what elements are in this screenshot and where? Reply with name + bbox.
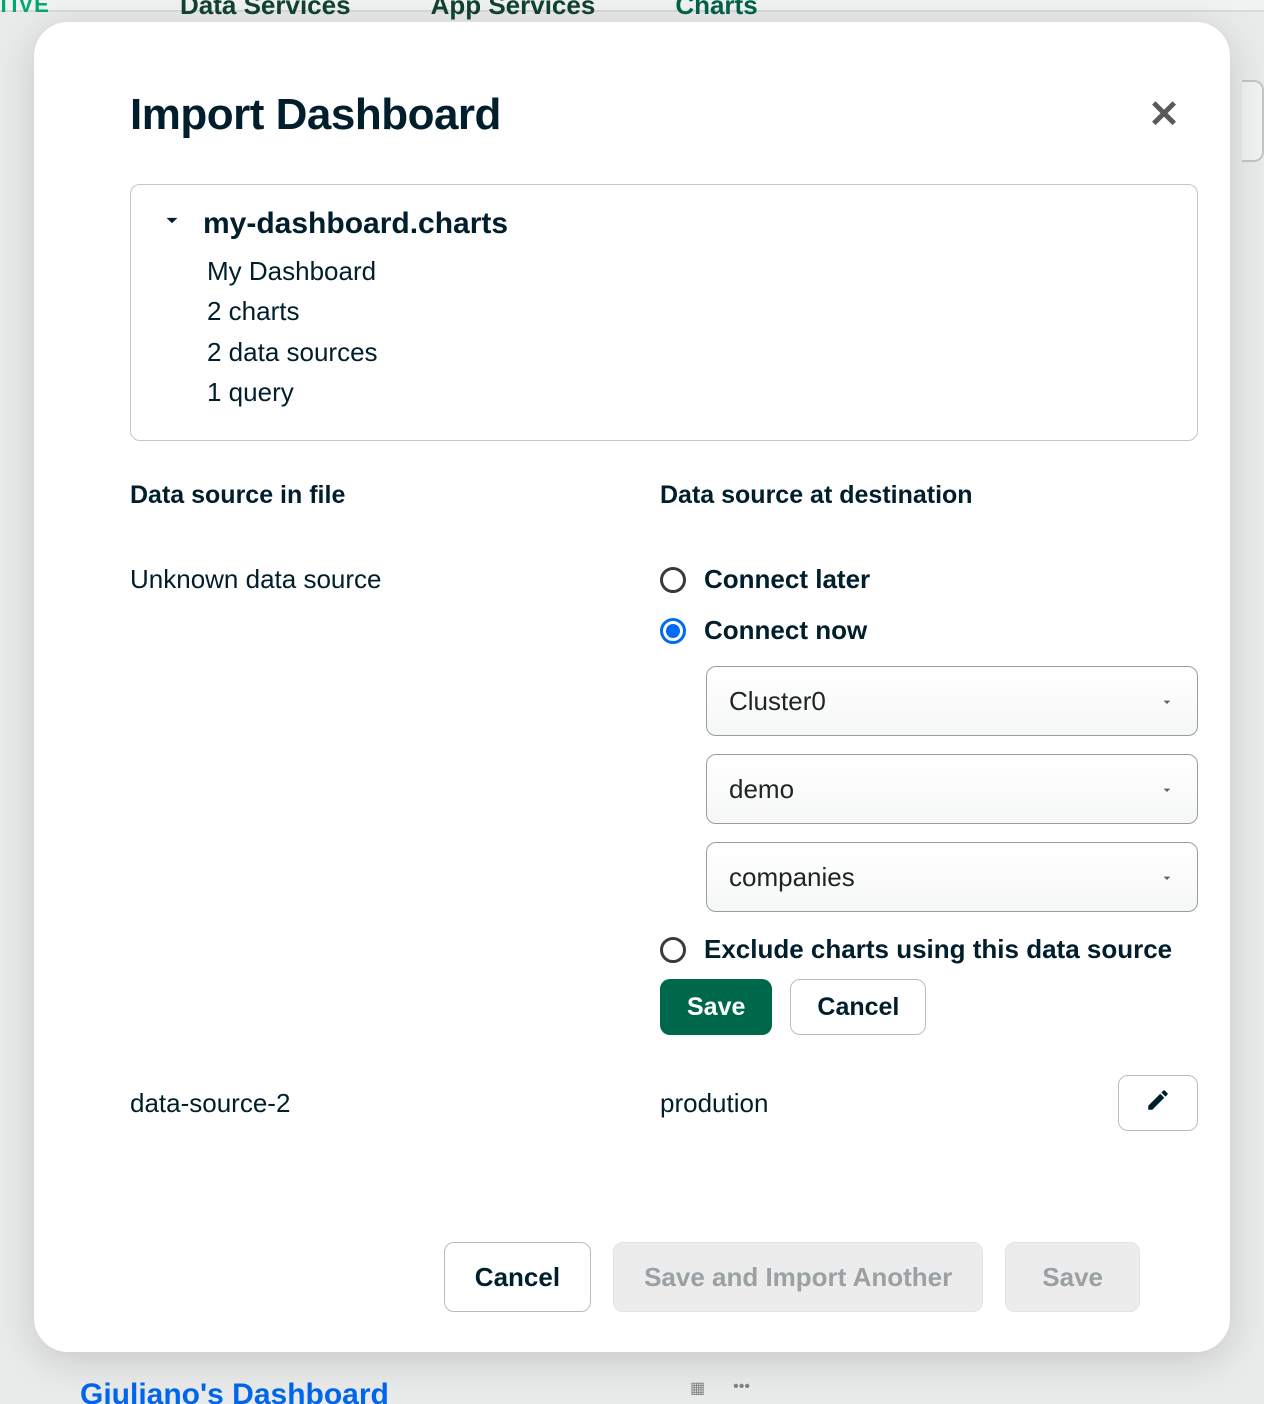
file-summary-toggle[interactable]: my-dashboard.charts xyxy=(159,207,1169,241)
right-column-header: Data source at destination xyxy=(660,481,1198,510)
source2-file-label: data-source-2 xyxy=(130,1088,660,1119)
collection-select-value: companies xyxy=(729,862,855,893)
cluster-select[interactable]: Cluster0 xyxy=(706,666,1198,736)
source-count: 2 data sources xyxy=(207,332,1169,372)
radio-exclude-label: Exclude charts using this data source xyxy=(704,934,1172,965)
database-select-value: demo xyxy=(729,774,794,805)
database-select[interactable]: demo xyxy=(706,754,1198,824)
query-count: 1 query xyxy=(207,372,1169,412)
radio-connect-later-label: Connect later xyxy=(704,564,870,595)
radio-icon xyxy=(660,618,686,644)
edit-source2-button[interactable] xyxy=(1118,1075,1198,1131)
caret-down-icon xyxy=(1159,774,1175,805)
file-summary-box: my-dashboard.charts My Dashboard 2 chart… xyxy=(130,184,1198,441)
collection-select[interactable]: companies xyxy=(706,842,1198,912)
modal-title: Import Dashboard xyxy=(130,90,1162,140)
source1-file-label: Unknown data source xyxy=(130,564,640,595)
radio-exclude[interactable]: Exclude charts using this data source xyxy=(660,934,1198,965)
radio-connect-later[interactable]: Connect later xyxy=(660,564,1198,595)
radio-connect-now[interactable]: Connect now xyxy=(660,615,1198,646)
source2-dest-label: prodution xyxy=(660,1088,768,1119)
caret-down-icon xyxy=(1159,686,1175,717)
footer-save-import-another-button[interactable]: Save and Import Another xyxy=(613,1242,983,1312)
source-save-button[interactable]: Save xyxy=(660,979,772,1035)
import-dashboard-modal: ✕ Import Dashboard my-dashboard.charts M… xyxy=(34,22,1230,1352)
footer-cancel-button[interactable]: Cancel xyxy=(444,1242,591,1312)
source-cancel-button[interactable]: Cancel xyxy=(790,979,926,1035)
chart-count: 2 charts xyxy=(207,291,1169,331)
radio-icon xyxy=(660,567,686,593)
dashboard-name: My Dashboard xyxy=(207,251,1169,291)
footer-save-button[interactable]: Save xyxy=(1005,1242,1140,1312)
caret-down-icon xyxy=(1159,862,1175,893)
radio-connect-now-label: Connect now xyxy=(704,615,867,646)
cluster-select-value: Cluster0 xyxy=(729,686,826,717)
close-icon[interactable]: ✕ xyxy=(1148,92,1180,137)
chevron-down-icon xyxy=(159,207,185,241)
file-name-label: my-dashboard.charts xyxy=(203,207,508,241)
radio-icon xyxy=(660,937,686,963)
left-column-header: Data source in file xyxy=(130,481,640,510)
pencil-icon xyxy=(1145,1087,1171,1120)
